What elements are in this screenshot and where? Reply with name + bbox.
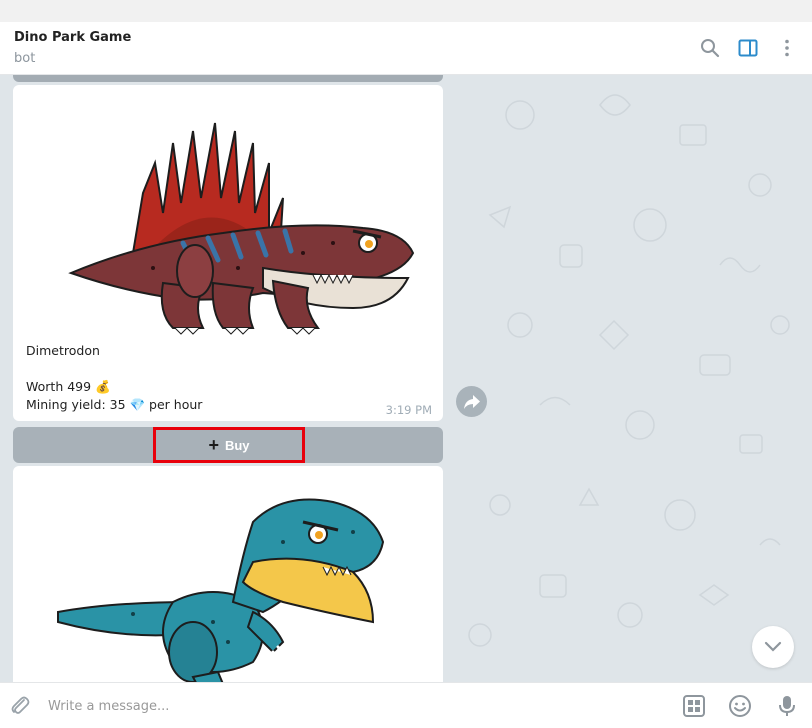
dino-worth: Worth 499 💰 — [26, 379, 111, 394]
bot-commands-icon[interactable] — [682, 694, 706, 718]
dimetrodon-illustration[interactable] — [63, 103, 423, 335]
raptor-illustration[interactable] — [53, 492, 393, 682]
bot-message-card[interactable] — [13, 466, 443, 682]
microphone-icon[interactable] — [775, 694, 799, 718]
previous-message-keyboard — [13, 75, 443, 82]
chat-title[interactable]: Dino Park Game — [14, 30, 131, 45]
plus-icon: + — [208, 435, 219, 455]
chat-history[interactable]: Dimetrodon Worth 499 💰 Mining yield: 35 … — [0, 75, 812, 682]
buy-button[interactable]: + Buy — [153, 427, 305, 463]
search-icon[interactable] — [699, 37, 721, 59]
chat-subtitle: bot — [14, 51, 36, 66]
message-time: 3:19 PM — [385, 403, 432, 417]
scroll-to-bottom-button[interactable] — [752, 626, 794, 668]
more-vertical-icon[interactable] — [776, 37, 798, 59]
buy-button-label: Buy — [224, 437, 250, 453]
dino-mining-yield: Mining yield: 35 💎 per hour — [26, 397, 203, 412]
dino-name: Dimetrodon — [26, 343, 100, 358]
share-arrow-icon — [463, 394, 480, 409]
share-message-button[interactable] — [456, 386, 487, 417]
window-top-strip — [0, 0, 812, 22]
chevron-down-icon — [764, 641, 782, 652]
attach-icon[interactable] — [8, 694, 32, 718]
sidebar-toggle-icon[interactable] — [737, 37, 759, 59]
message-input[interactable] — [48, 695, 648, 717]
message-composer — [0, 682, 812, 728]
inline-keyboard: + Buy — [13, 427, 443, 463]
emoji-icon[interactable] — [728, 694, 752, 718]
bot-message-card[interactable]: Dimetrodon Worth 499 💰 Mining yield: 35 … — [13, 85, 443, 421]
chat-header: Dino Park Game bot — [0, 22, 812, 75]
